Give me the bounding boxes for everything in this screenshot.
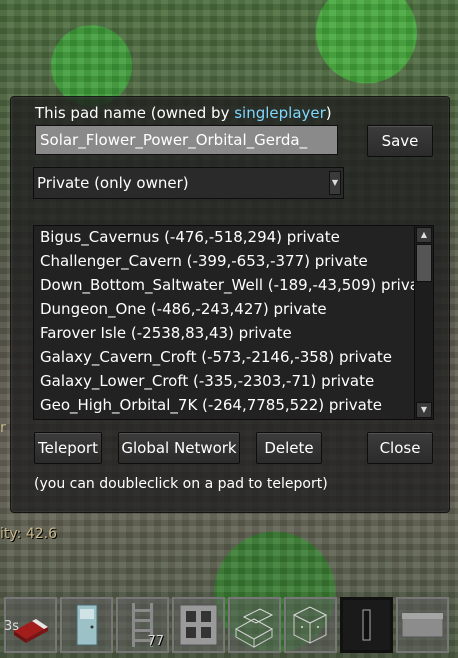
slot-text: 3s <box>4 619 20 634</box>
pad-list-scrollbar[interactable]: ▲ ▼ <box>414 226 433 419</box>
list-item[interactable]: Farover Isle (-2538,83,43) private <box>34 322 433 346</box>
list-item[interactable]: Bigus_Cavernus (-476,-518,294) private <box>34 226 433 250</box>
hotbar-slot-7[interactable] <box>340 597 393 653</box>
visibility-select[interactable]: Private (only owner) ▼ <box>33 167 344 199</box>
list-item[interactable]: Galaxy_Lower_Croft (-335,-2303,-71) priv… <box>34 370 433 394</box>
hotbar-slot-1[interactable]: 3s <box>4 597 57 653</box>
owner-name: singleplayer <box>234 104 326 122</box>
visibility-selected-value: Private (only owner) <box>37 174 189 192</box>
teleport-button[interactable]: Teleport <box>34 432 102 464</box>
scroll-up-icon[interactable]: ▲ <box>416 227 432 243</box>
close-button[interactable]: Close <box>367 432 433 464</box>
owner-label: This pad name (owned by singleplayer) <box>35 104 332 122</box>
pad-name-input[interactable]: Solar_Flower_Power_Orbital_Gerda_ <box>35 125 338 155</box>
global-network-button[interactable]: Global Network <box>118 432 240 464</box>
hotbar-slot-3[interactable]: 77 <box>116 597 169 653</box>
list-item[interactable]: Galaxy_Cavern_Croft (-573,-2146,-358) pr… <box>34 346 433 370</box>
hotbar-slot-5[interactable] <box>228 597 281 653</box>
hud-text-fragment: r <box>0 420 6 436</box>
item-count: 77 <box>147 634 164 649</box>
stone-block-icon <box>179 604 218 646</box>
hotbar-slot-8[interactable] <box>396 597 449 653</box>
teleport-hint: (you can doubleclick on a pad to telepor… <box>34 476 328 492</box>
metal-slab-icon <box>401 612 444 638</box>
hotbar-slot-2[interactable] <box>60 597 113 653</box>
pad-list[interactable]: Bigus_Cavernus (-476,-518,294) private C… <box>33 225 434 420</box>
hotbar-slot-6[interactable] <box>284 597 337 653</box>
list-item[interactable]: Dungeon_One (-486,-243,427) private <box>34 298 433 322</box>
delete-button[interactable]: Delete <box>256 432 322 464</box>
hud-speed-text: ity: 42.6 <box>0 526 57 542</box>
glass-stair-icon <box>234 608 274 648</box>
hotbar-slot-4[interactable] <box>172 597 225 653</box>
scroll-down-icon[interactable]: ▼ <box>416 402 432 418</box>
list-item[interactable]: Geo_High_Orbital_7K (-264,7785,522) priv… <box>34 394 433 418</box>
torch-icon <box>362 609 371 641</box>
list-item[interactable]: Down_Bottom_Saltwater_Well (-189,-43,509… <box>34 274 433 298</box>
owner-suffix: ) <box>325 104 332 122</box>
save-button[interactable]: Save <box>367 125 433 157</box>
chevron-down-icon[interactable]: ▼ <box>329 171 341 195</box>
hotbar: 3s 77 <box>4 597 456 655</box>
scrollbar-thumb[interactable] <box>416 244 432 282</box>
list-item[interactable]: Challenger_Cavern (-399,-653,-377) priva… <box>34 250 433 274</box>
glass-block-icon <box>292 606 328 644</box>
door-icon <box>76 604 98 646</box>
owner-prefix: This pad name (owned by <box>35 104 235 122</box>
